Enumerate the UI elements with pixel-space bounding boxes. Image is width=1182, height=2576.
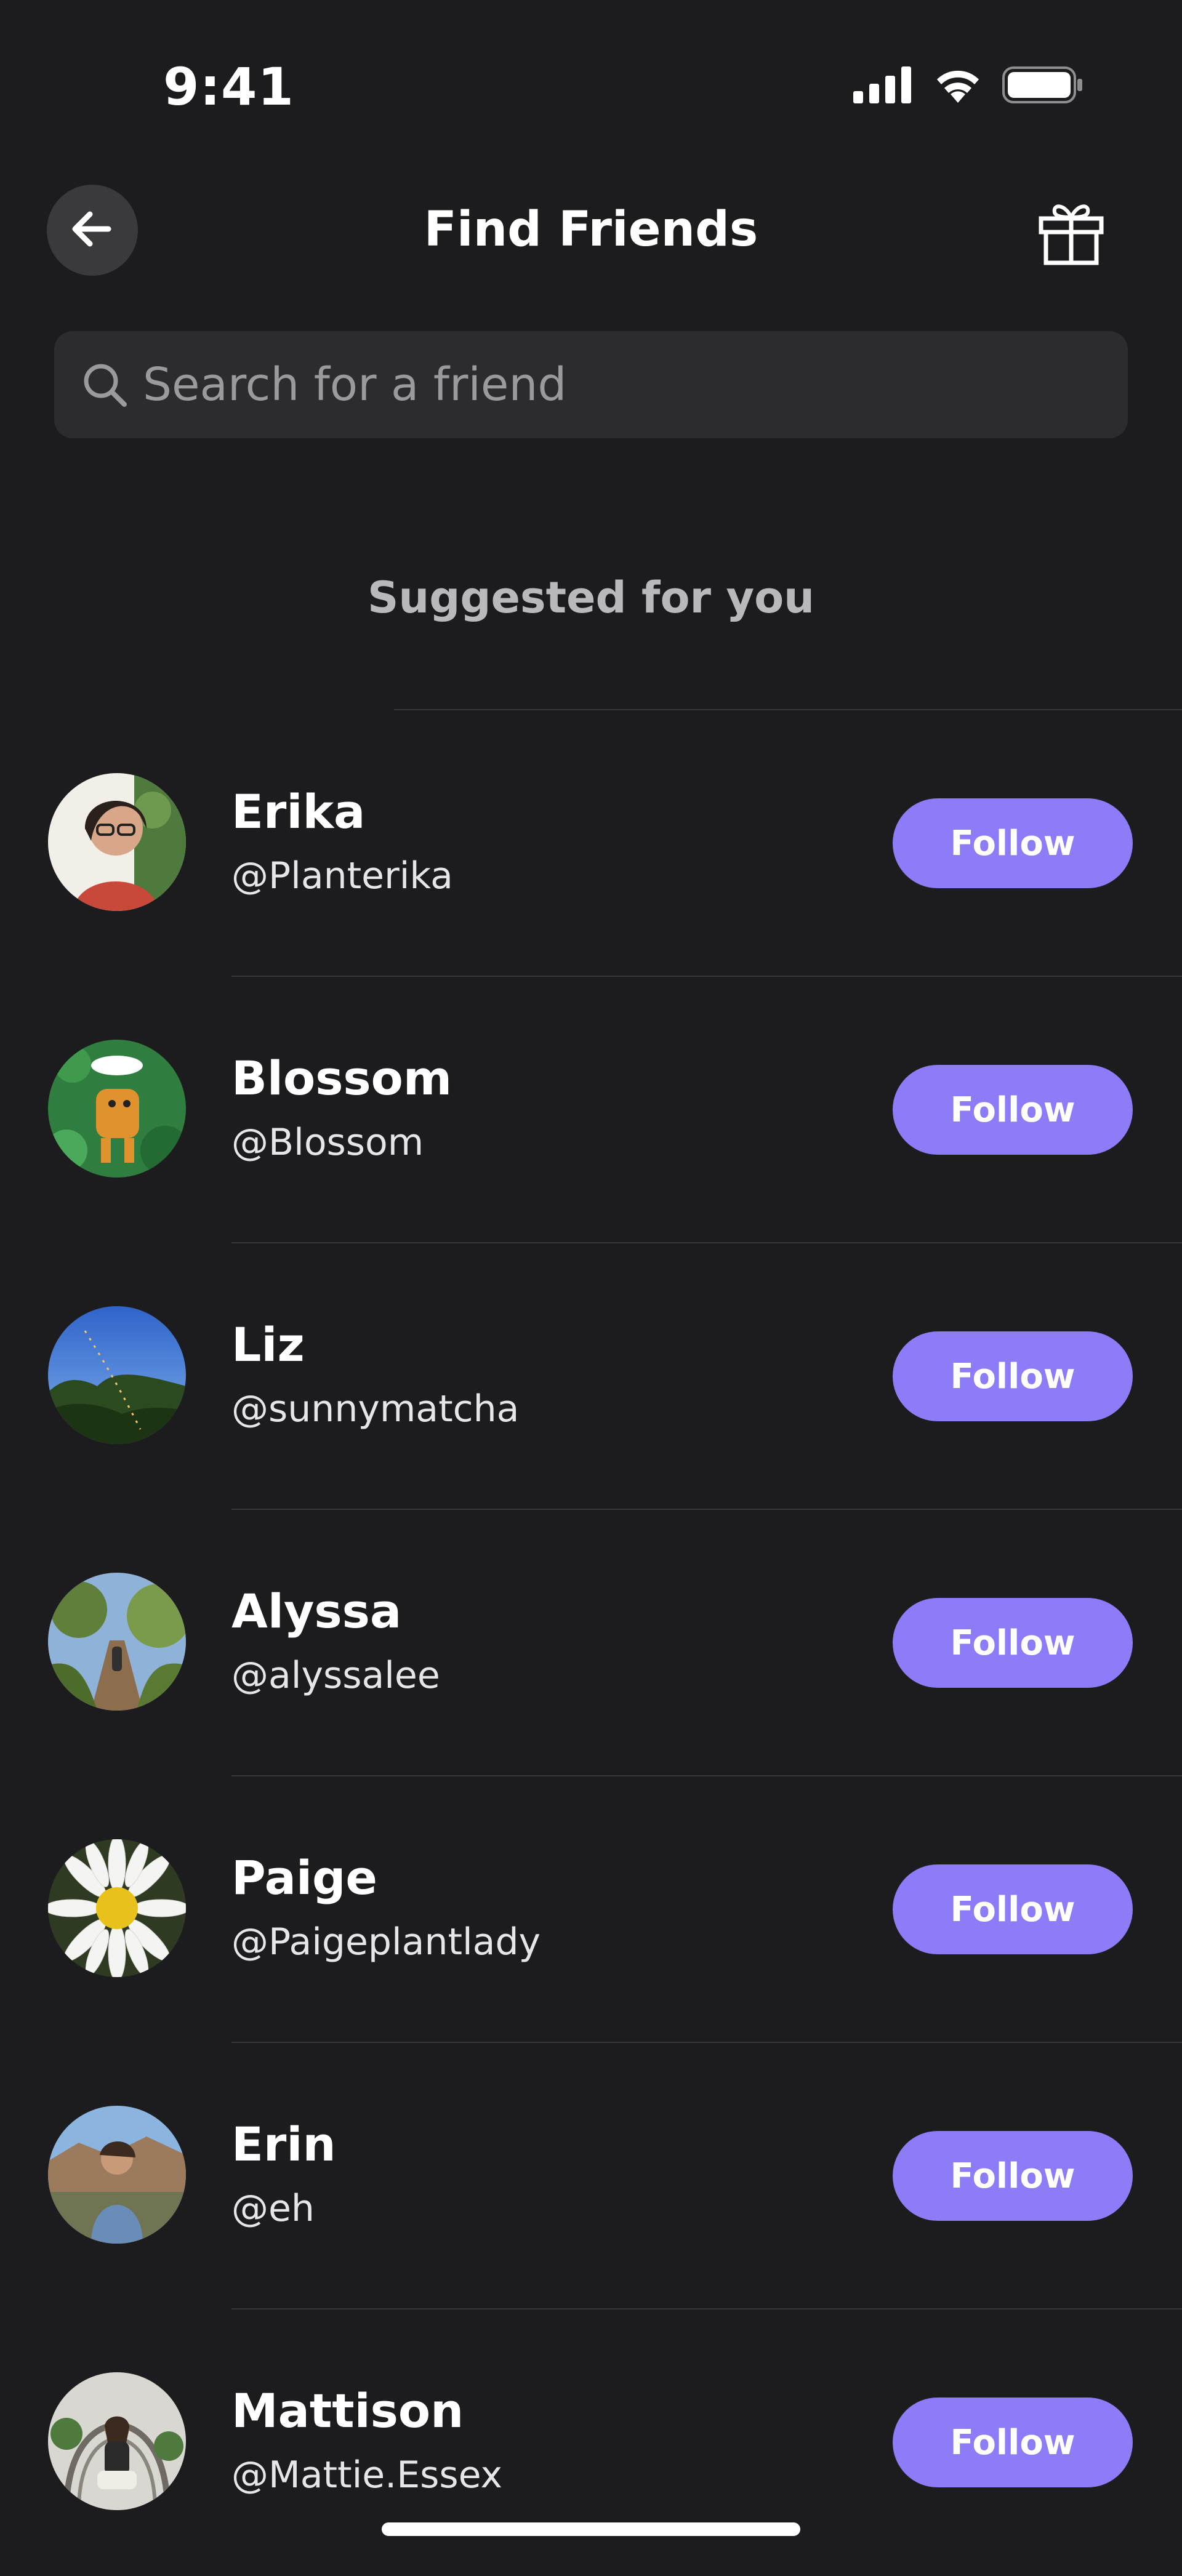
list-item: Erika @Planterika Follow <box>0 710 1182 977</box>
list-item: Erin @eh Follow <box>0 2043 1182 2309</box>
follow-button[interactable]: Follow <box>893 1864 1133 1954</box>
friend-handle: @alyssalee <box>231 1654 440 1697</box>
avatar[interactable] <box>48 1839 186 1977</box>
wifi-icon <box>932 66 984 106</box>
header: Find Friends <box>0 172 1182 283</box>
friend-name: Alyssa <box>231 1584 402 1639</box>
status-time: 9:41 <box>163 57 294 117</box>
friend-name: Erika <box>231 784 366 839</box>
friend-name: Blossom <box>231 1051 452 1105</box>
friend-handle: @eh <box>231 2187 315 2230</box>
avatar[interactable] <box>48 1040 186 1178</box>
friend-name: Liz <box>231 1317 305 1372</box>
home-indicator[interactable] <box>382 2522 800 2536</box>
status-bar: 9:41 <box>0 0 1182 172</box>
follow-button[interactable]: Follow <box>893 1598 1133 1688</box>
follow-button[interactable]: Follow <box>893 2131 1133 2221</box>
list-item: Blossom @Blossom Follow <box>0 977 1182 1243</box>
avatar[interactable] <box>48 2106 186 2244</box>
friend-handle: @Mattie.Essex <box>231 2454 503 2497</box>
list-item: Liz @sunnymatcha Follow <box>0 1243 1182 1510</box>
battery-icon <box>1002 65 1084 107</box>
list-item: Alyssa @alyssalee Follow <box>0 1510 1182 1776</box>
friends-list: Erika @Planterika Follow Blossom @Blosso… <box>0 710 1182 2576</box>
section-title: Suggested for you <box>367 572 814 623</box>
friend-name: Erin <box>231 2117 336 2172</box>
search-box[interactable] <box>54 331 1128 439</box>
avatar[interactable] <box>48 1306 186 1444</box>
gift-icon <box>1037 199 1105 269</box>
friend-handle: @sunnymatcha <box>231 1387 520 1430</box>
follow-button[interactable]: Follow <box>893 1065 1133 1155</box>
avatar[interactable] <box>48 1573 186 1711</box>
status-icons <box>852 65 1084 108</box>
list-item: Paige @Paigeplantlady Follow <box>0 1776 1182 2043</box>
follow-button[interactable]: Follow <box>893 2397 1133 2487</box>
list-item: Mattison @Mattie.Essex Follow <box>0 2309 1182 2576</box>
search-icon <box>75 355 134 414</box>
friend-handle: @Planterika <box>231 854 453 897</box>
search-input[interactable] <box>134 331 1128 439</box>
gift-button[interactable] <box>1034 197 1108 271</box>
follow-button[interactable]: Follow <box>893 798 1133 888</box>
friend-name: Mattison <box>231 2383 464 2438</box>
page-title: Find Friends <box>424 202 758 257</box>
friend-name: Paige <box>231 1850 377 1905</box>
cellular-signal-icon <box>852 66 914 106</box>
follow-button[interactable]: Follow <box>893 1331 1133 1421</box>
avatar[interactable] <box>48 773 186 911</box>
friend-handle: @Blossom <box>231 1121 424 1164</box>
avatar[interactable] <box>48 2372 186 2510</box>
friend-handle: @Paigeplantlady <box>231 1920 541 1964</box>
